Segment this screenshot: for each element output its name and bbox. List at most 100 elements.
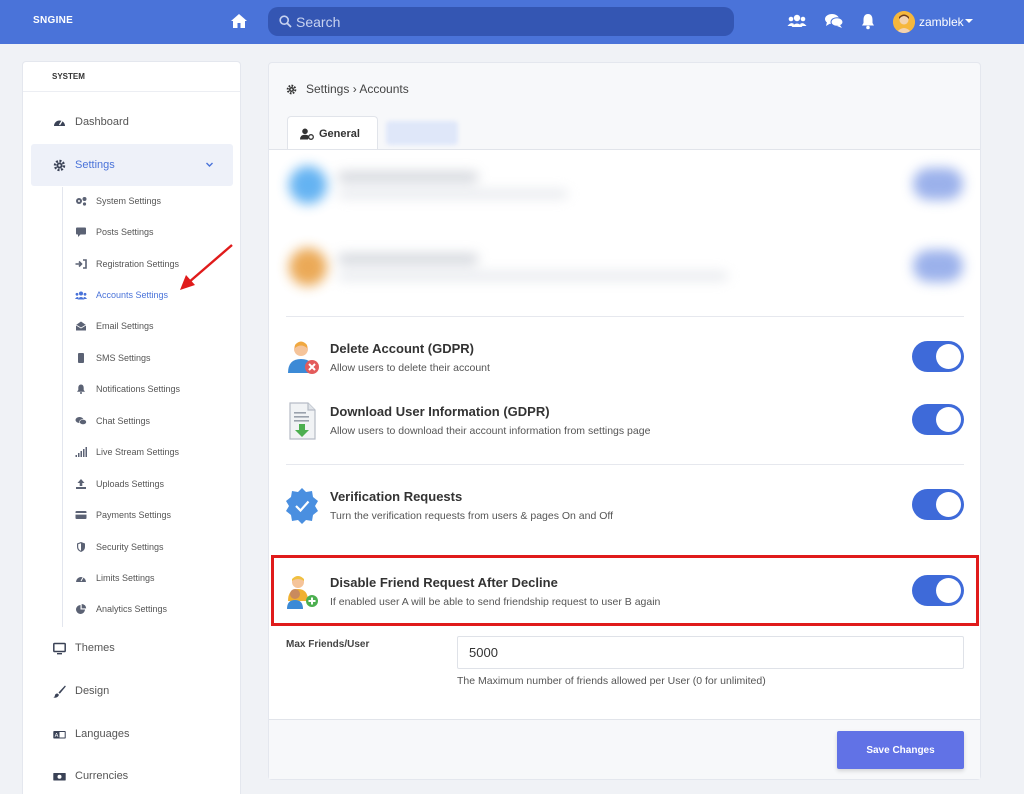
sidebar-subitem-registration-settings[interactable]: Registration Settings: [75, 254, 179, 274]
dashboard-icon: [54, 120, 65, 126]
top-navbar: SNGINE zamblek: [0, 0, 1024, 44]
home-icon[interactable]: [230, 12, 248, 30]
subitem-label: Uploads Settings: [96, 479, 165, 489]
sidebar-item-label: Languages: [75, 728, 130, 740]
comments-icon: [75, 417, 87, 425]
tab-general-label: General: [319, 127, 360, 140]
sidebar-subitem-payments-settings[interactable]: Payments Settings: [75, 505, 171, 525]
subitem-label: Accounts Settings: [96, 290, 169, 300]
setting-title: Download User Information (GDPR): [330, 404, 550, 419]
sidebar-section-title: SYSTEM: [23, 62, 240, 92]
messages-icon[interactable]: [824, 12, 844, 30]
gauge-icon: [76, 577, 86, 582]
users-icon: [75, 291, 87, 300]
sidebar-item-languages[interactable]: A Languages: [31, 713, 233, 755]
download-info-toggle[interactable]: [912, 404, 964, 435]
notifications-icon[interactable]: [858, 12, 878, 30]
tab-blurred[interactable]: [386, 121, 458, 145]
setting-delete-account: Delete Account (GDPR) Allow users to del…: [286, 339, 966, 389]
sidebar-item-label: Dashboard: [75, 116, 129, 128]
brand-logo[interactable]: SNGINE: [33, 15, 73, 26]
breadcrumb-text: Settings › Accounts: [306, 82, 409, 96]
sidebar-item-label: Currencies: [75, 770, 129, 782]
sidebar-subitem-email-settings[interactable]: Email Settings: [75, 316, 154, 336]
sidebar-item-currencies[interactable]: Currencies: [31, 755, 233, 794]
submenu-rail: [62, 187, 63, 627]
setting-verification-requests: Verification Requests Turn the verificat…: [286, 487, 966, 537]
save-changes-button[interactable]: Save Changes: [837, 731, 964, 769]
settings-card: Settings › Accounts General Delete Accou…: [268, 62, 981, 780]
subitem-label: Limits Settings: [96, 573, 155, 583]
sidebar-subitem-notifications-settings[interactable]: Notifications Settings: [75, 379, 180, 399]
caret-down-icon[interactable]: [965, 19, 973, 23]
sidebar-subitem-accounts-settings[interactable]: Accounts Settings: [75, 285, 168, 305]
toggle-knob: [936, 407, 961, 432]
max-friends-input[interactable]: [457, 636, 964, 669]
sidebar-subitem-uploads-settings[interactable]: Uploads Settings: [75, 474, 164, 494]
card-footer: Save Changes: [269, 719, 980, 779]
annotation-arrow: [180, 244, 233, 290]
tab-general[interactable]: General: [287, 116, 378, 150]
sidebar-subitem-analytics-settings[interactable]: Analytics Settings: [75, 599, 167, 619]
max-friends-label: Max Friends/User: [286, 639, 370, 650]
subitem-label: Registration Settings: [96, 259, 180, 269]
download-document-icon: [289, 402, 316, 440]
sidebar-subitem-system-settings[interactable]: System Settings: [75, 191, 161, 211]
sidebar-item-label: Settings: [75, 159, 115, 171]
friends-icon[interactable]: [787, 12, 807, 30]
setting-description: Allow users to delete their account: [330, 362, 490, 374]
setting-description: Turn the verification requests from user…: [330, 510, 614, 522]
sidebar-subitem-security-settings[interactable]: Security Settings: [75, 537, 164, 557]
sidebar-subitem-limits-settings[interactable]: Limits Settings: [75, 568, 155, 588]
sidebar-subitem-chat-settings[interactable]: Chat Settings: [75, 411, 150, 431]
sidebar-subitem-posts-settings[interactable]: Posts Settings: [75, 222, 154, 242]
search-input[interactable]: [296, 7, 726, 36]
verification-requests-toggle[interactable]: [912, 489, 964, 520]
toggle-knob: [936, 344, 961, 369]
settings-panel: Delete Account (GDPR) Allow users to del…: [269, 149, 980, 719]
money-icon: [53, 772, 66, 780]
subitem-label: Posts Settings: [96, 227, 154, 237]
divider: [286, 464, 964, 465]
subitem-label: SMS Settings: [96, 353, 151, 363]
sidebar-item-design[interactable]: Design: [31, 670, 233, 712]
subitem-label: Security Settings: [96, 542, 164, 552]
verified-badge-icon: [286, 488, 318, 524]
max-friends-help: The Maximum number of friends allowed pe…: [457, 675, 766, 687]
delete-account-icon: [288, 341, 319, 374]
avatar[interactable]: [893, 11, 915, 33]
gear-icon: [286, 84, 297, 94]
blurred-setting-row: [283, 240, 973, 300]
credit-card-icon: [75, 511, 87, 519]
brush-icon: [53, 685, 66, 698]
subitem-label: Chat Settings: [96, 416, 151, 426]
setting-title: Verification Requests: [330, 489, 463, 504]
sidebar-subitem-sms-settings[interactable]: SMS Settings: [75, 348, 151, 368]
svg-text:A: A: [55, 733, 59, 739]
subitem-label: Live Stream Settings: [96, 447, 180, 457]
sidebar-item-label: Design: [75, 685, 110, 697]
bell-icon: [77, 384, 85, 394]
monitor-icon: [53, 642, 66, 654]
user-avatar-icon: [893, 11, 915, 33]
subitem-label: Notifications Settings: [96, 384, 181, 394]
delete-account-toggle[interactable]: [912, 341, 964, 372]
sidebar-item-themes[interactable]: Themes: [31, 627, 233, 669]
search-icon: [279, 15, 292, 28]
sidebar-item-settings[interactable]: Settings: [31, 144, 233, 186]
blurred-setting-row: [283, 158, 973, 218]
chevron-down-icon[interactable]: [206, 161, 213, 168]
subitem-label: Payments Settings: [96, 510, 172, 520]
pie-chart-icon: [76, 604, 87, 614]
envelope-icon: [75, 321, 87, 331]
upload-icon: [76, 479, 86, 489]
search-box[interactable]: [268, 7, 734, 36]
language-icon: A: [53, 730, 66, 739]
signal-icon: [75, 447, 87, 457]
sidebar-subitem-live-stream-settings[interactable]: Live Stream Settings: [75, 442, 179, 462]
comment-icon: [76, 227, 86, 237]
sidebar-item-dashboard[interactable]: Dashboard: [31, 101, 233, 143]
username[interactable]: zamblek: [919, 15, 964, 29]
sidebar-item-label: Themes: [75, 642, 115, 654]
cogs-icon: [76, 197, 87, 206]
